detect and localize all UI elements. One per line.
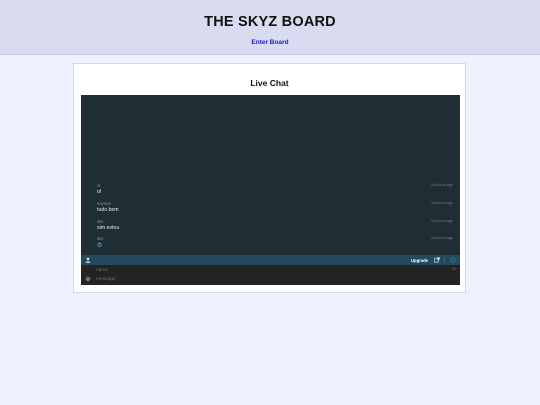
upgrade-button[interactable]: Upgrade	[411, 258, 428, 263]
card-title: Live Chat	[250, 78, 289, 88]
site-header: THE SKYZ BOARD Enter Board	[0, 0, 540, 55]
message-author: neymar	[97, 201, 111, 206]
message-author: ol	[97, 183, 101, 188]
live-chat-card: Live Chat ol ol 16 hours ago neymar tudo…	[73, 63, 466, 293]
toolbar-divider	[444, 257, 445, 263]
power-icon	[97, 242, 102, 247]
info-icon[interactable]	[450, 257, 456, 263]
message-text: tudo bem	[97, 207, 119, 213]
name-input[interactable]	[96, 266, 446, 274]
message-author: sim	[97, 219, 104, 224]
message-list[interactable]: ol ol 16 hours ago neymar tudo bem 16 ho…	[81, 95, 460, 255]
message-author: sim	[97, 236, 104, 241]
chat-message: sim 16 hours ago	[97, 236, 457, 250]
message-time: 16 hours ago	[430, 236, 453, 240]
message-time: 16 hours ago	[430, 201, 453, 205]
chat-toolbar: Upgrade	[81, 255, 460, 265]
chat-composer: 30 ·	[81, 265, 460, 285]
site-title: THE SKYZ BOARD	[204, 14, 336, 30]
chat-message: sim sim estou 16 hours ago	[97, 219, 457, 233]
message-text: ol	[97, 189, 102, 195]
message-text: sim estou	[97, 225, 120, 231]
enter-board-link[interactable]: Enter Board	[0, 39, 540, 46]
external-link-icon[interactable]	[434, 257, 440, 263]
gear-icon[interactable]	[85, 276, 91, 282]
message-time: 16 hours ago	[430, 219, 453, 223]
message-marker: ·	[453, 277, 455, 281]
user-icon[interactable]	[85, 257, 91, 263]
message-text	[97, 242, 102, 249]
chat-message: ol ol 16 hours ago	[97, 183, 457, 197]
message-input[interactable]	[96, 275, 446, 284]
chat-message: neymar tudo bem 16 hours ago	[97, 201, 457, 215]
chat-widget: ol ol 16 hours ago neymar tudo bem 16 ho…	[81, 95, 460, 285]
message-time: 16 hours ago	[430, 183, 453, 187]
name-character-counter: 30	[451, 267, 456, 271]
